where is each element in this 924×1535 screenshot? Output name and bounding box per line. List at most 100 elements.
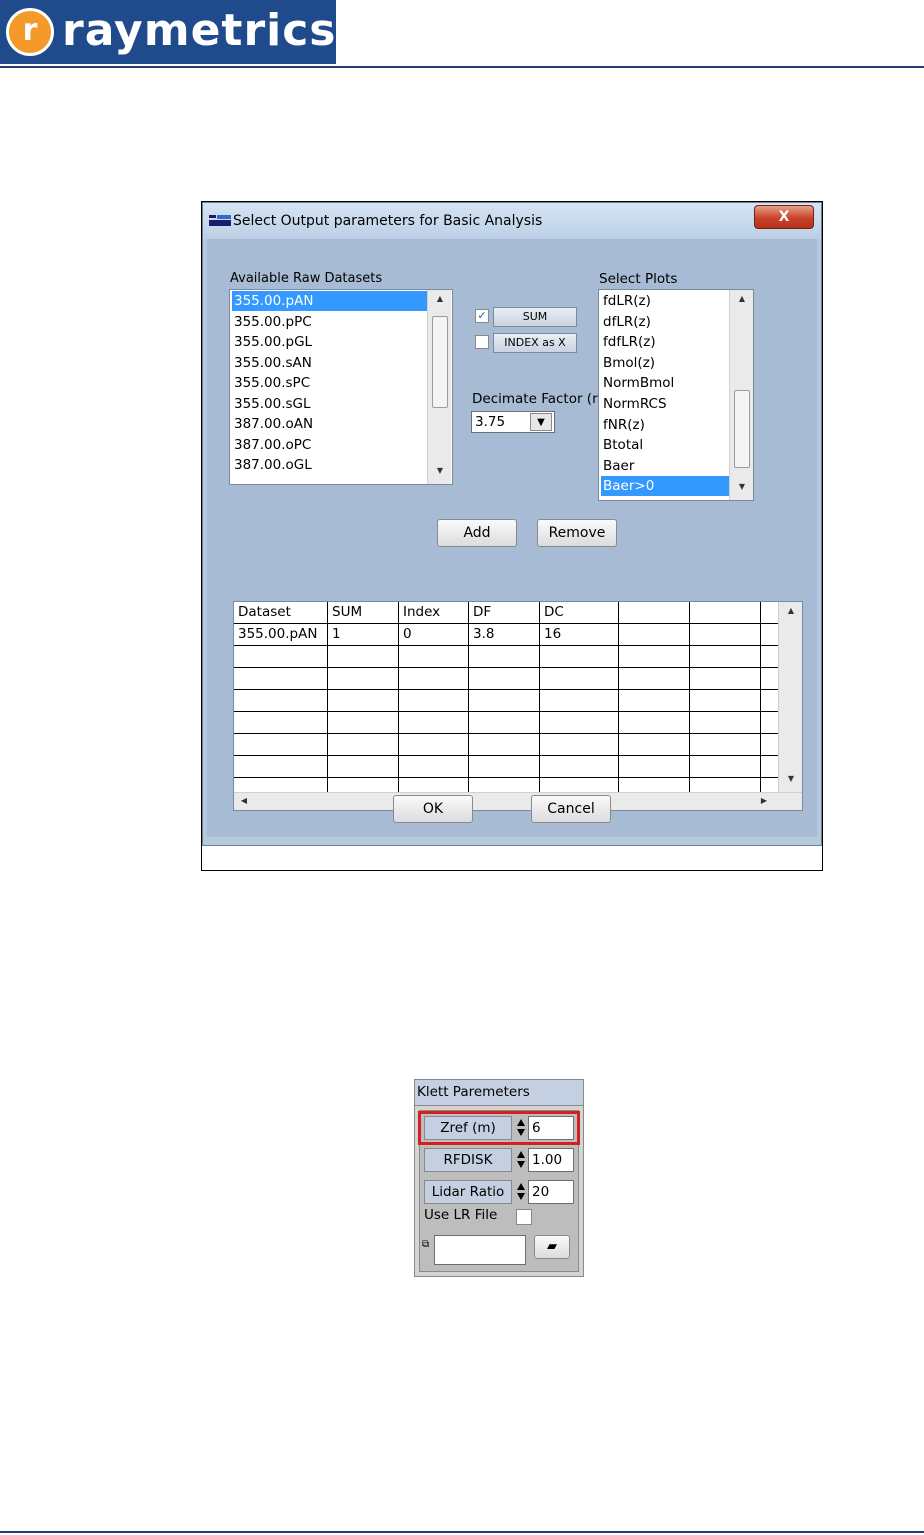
dataset-list-item[interactable]: 355.00.sAN: [232, 353, 427, 373]
table-empty-cell[interactable]: [328, 756, 399, 778]
table-empty-cell[interactable]: [619, 756, 690, 778]
dataset-list-item[interactable]: 387.00.oPC: [232, 435, 427, 455]
plot-list-item[interactable]: fdLR(z): [601, 291, 729, 311]
table-empty-cell[interactable]: [619, 690, 690, 712]
table-empty-cell[interactable]: [399, 668, 469, 690]
table-cell[interactable]: 16: [540, 624, 619, 646]
table-empty-cell[interactable]: [399, 734, 469, 756]
datasets-scroll-thumb[interactable]: [432, 316, 448, 408]
table-cell[interactable]: 3.8: [469, 624, 540, 646]
table-horizontal-scrollbar[interactable]: ◀ ▶: [234, 792, 802, 810]
table-empty-cell[interactable]: [540, 756, 619, 778]
index-as-x-button[interactable]: INDEX as X: [493, 333, 577, 353]
table-cell[interactable]: [690, 624, 761, 646]
index-checkbox[interactable]: [475, 335, 489, 349]
table-empty-cell[interactable]: [540, 690, 619, 712]
table-empty-cell[interactable]: [234, 756, 328, 778]
plot-list-item[interactable]: Baer: [601, 456, 729, 476]
plot-list-item[interactable]: Bmol(z): [601, 353, 729, 373]
scroll-up-icon[interactable]: ▲: [783, 606, 799, 615]
table-empty-cell[interactable]: [328, 646, 399, 668]
table-empty-cell[interactable]: [540, 668, 619, 690]
plot-list-item[interactable]: dfLR(z): [601, 312, 729, 332]
sum-button[interactable]: SUM: [493, 307, 577, 327]
table-header-cell[interactable]: [619, 602, 690, 624]
table-empty-cell[interactable]: [234, 668, 328, 690]
scroll-up-icon[interactable]: ▲: [432, 294, 448, 303]
plots-scrollbar[interactable]: ▲ ▼: [729, 290, 753, 500]
scroll-right-icon[interactable]: ▶: [756, 796, 772, 805]
table-empty-cell[interactable]: [469, 756, 540, 778]
table-empty-cell[interactable]: [469, 646, 540, 668]
scroll-down-icon[interactable]: ▼: [432, 466, 448, 475]
table-empty-cell[interactable]: [328, 668, 399, 690]
plot-list-item[interactable]: fNR(z): [601, 415, 729, 435]
plot-list-item[interactable]: NormBmol: [601, 373, 729, 393]
plots-listbox[interactable]: fdLR(z) dfLR(z) fdfLR(z) Bmol(z) NormBmol Nor…: [598, 289, 754, 501]
table-empty-cell[interactable]: [399, 690, 469, 712]
dataset-list-item[interactable]: 355.00.pPC: [232, 312, 427, 332]
remove-button[interactable]: Remove: [537, 519, 617, 547]
table-header-cell[interactable]: SUM: [328, 602, 399, 624]
table-empty-cell[interactable]: [469, 690, 540, 712]
decimate-factor-select[interactable]: 3.75 ▼: [471, 411, 555, 433]
scroll-left-icon[interactable]: ◀: [236, 796, 252, 805]
table-empty-cell[interactable]: [690, 646, 761, 668]
dataset-list-item[interactable]: 355.00.sGL: [232, 394, 427, 414]
table-empty-cell[interactable]: [690, 712, 761, 734]
klett-field-value[interactable]: 6: [528, 1116, 574, 1140]
table-empty-cell[interactable]: [469, 712, 540, 734]
table-empty-cell[interactable]: [690, 668, 761, 690]
table-header-cell[interactable]: [690, 602, 761, 624]
folder-open-icon[interactable]: ▰: [534, 1235, 570, 1259]
dataset-list-item[interactable]: 387.00.oGL: [232, 455, 427, 475]
table-empty-cell[interactable]: [690, 734, 761, 756]
chevron-down-icon[interactable]: ▼: [530, 413, 552, 431]
table-header-cell[interactable]: Index: [399, 602, 469, 624]
table-header-cell[interactable]: Dataset: [234, 602, 328, 624]
sum-checkbox[interactable]: ✓: [475, 309, 489, 323]
add-button[interactable]: Add: [437, 519, 517, 547]
table-empty-cell[interactable]: [399, 756, 469, 778]
dataset-list-item[interactable]: 355.00.sPC: [232, 373, 427, 393]
table-empty-cell[interactable]: [690, 690, 761, 712]
table-empty-cell[interactable]: [469, 734, 540, 756]
scroll-up-icon[interactable]: ▲: [734, 294, 750, 303]
table-cell[interactable]: [619, 624, 690, 646]
klett-field-value[interactable]: 20: [528, 1180, 574, 1204]
table-empty-cell[interactable]: [540, 734, 619, 756]
plot-list-item[interactable]: Btotal: [601, 435, 729, 455]
table-empty-cell[interactable]: [540, 712, 619, 734]
table-empty-cell[interactable]: [619, 712, 690, 734]
table-cell[interactable]: 0: [399, 624, 469, 646]
scroll-down-icon[interactable]: ▼: [734, 482, 750, 491]
table-empty-cell[interactable]: [399, 646, 469, 668]
klett-field-value[interactable]: 1.00: [528, 1148, 574, 1172]
plots-scroll-thumb[interactable]: [734, 390, 750, 468]
plot-list-item[interactable]: NormRCS: [601, 394, 729, 414]
table-empty-cell[interactable]: [234, 690, 328, 712]
table-empty-cell[interactable]: [469, 668, 540, 690]
table-empty-cell[interactable]: [234, 734, 328, 756]
table-cell[interactable]: 355.00.pAN: [234, 624, 328, 646]
dataset-list-item[interactable]: 355.00.pAN: [232, 291, 427, 311]
table-header-cell[interactable]: DC: [540, 602, 619, 624]
table-header-cell[interactable]: DF: [469, 602, 540, 624]
table-empty-cell[interactable]: [619, 646, 690, 668]
spinner-arrows-icon[interactable]: [516, 1180, 526, 1204]
spinner-arrows-icon[interactable]: [516, 1116, 526, 1140]
dataset-list-item[interactable]: 387.00.oAN: [232, 414, 427, 434]
table-empty-cell[interactable]: [234, 712, 328, 734]
close-button[interactable]: X: [754, 205, 814, 229]
spinner-arrows-icon[interactable]: [516, 1148, 526, 1172]
datasets-listbox[interactable]: 355.00.pAN 355.00.pPC 355.00.pGL 355.00.sAN…: [229, 289, 453, 485]
ok-button[interactable]: OK: [393, 795, 473, 823]
use-lr-file-checkbox[interactable]: [516, 1209, 532, 1225]
table-empty-cell[interactable]: [619, 734, 690, 756]
dataset-list-item[interactable]: 355.00.pGL: [232, 332, 427, 352]
table-cell[interactable]: 1: [328, 624, 399, 646]
table-empty-cell[interactable]: [690, 756, 761, 778]
cancel-button[interactable]: Cancel: [531, 795, 611, 823]
lr-file-path-input[interactable]: [434, 1235, 526, 1265]
table-empty-cell[interactable]: [540, 646, 619, 668]
